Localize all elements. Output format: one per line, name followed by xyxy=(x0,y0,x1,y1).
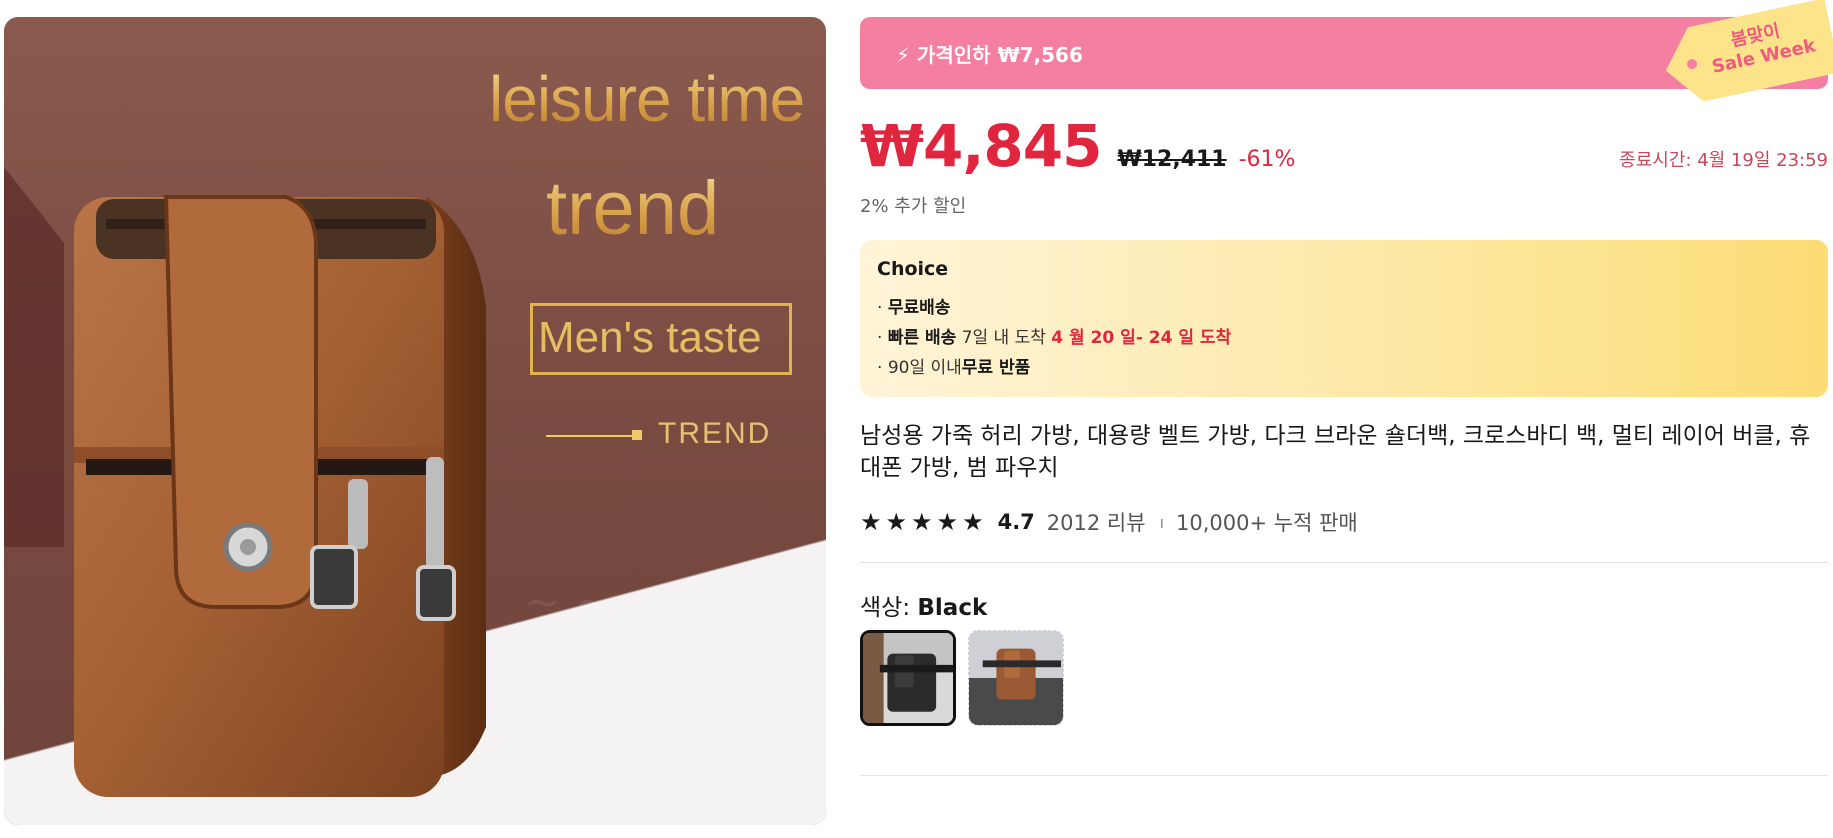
original-price: ₩12,411 xyxy=(1117,147,1227,172)
image-headline-leisure: leisure time xyxy=(489,63,805,135)
star-half-icon: ★ xyxy=(962,508,984,536)
color-swatch-brown[interactable] xyxy=(968,630,1064,726)
color-selector-label: 색상: Black xyxy=(860,588,987,622)
discount-percent: -61% xyxy=(1238,147,1296,172)
sale-week-tag: 봄맞이 Sale Week xyxy=(1658,0,1833,108)
image-decor-stripe xyxy=(4,167,64,547)
star-icon: ★ xyxy=(936,508,959,536)
image-taste-text: Men's taste xyxy=(538,313,762,362)
bullet: · xyxy=(877,298,888,318)
benefit-free-returns: · 90일 이내무료 반품 xyxy=(877,353,1030,378)
star-icon: ★ xyxy=(885,508,908,536)
selected-color: Black xyxy=(917,595,988,621)
divider xyxy=(860,775,1828,776)
current-price: ₩4,845 xyxy=(860,112,1102,180)
review-count-link[interactable]: 2012 리뷰 xyxy=(1047,507,1146,537)
divider xyxy=(860,562,1828,563)
star-rating: ★ ★ ★ ★ ★ xyxy=(860,510,984,534)
free-returns-label: 무료 반품 xyxy=(961,358,1031,378)
free-shipping-label: 무료배송 xyxy=(887,298,951,318)
image-trend-dot xyxy=(632,430,642,440)
image-trend-label: TREND xyxy=(658,417,772,450)
sale-end-time: 종료시간: 4월 19일 23:59 xyxy=(1619,150,1828,171)
star-icon: ★ xyxy=(911,508,933,536)
rating-row: ★ ★ ★ ★ ★ 4.7 2012 리뷰 ı 10,000+ 누적 판매 xyxy=(860,506,1358,538)
bullet: · xyxy=(877,328,888,348)
separator: ı xyxy=(1159,512,1164,532)
price-row: ₩4,845 ₩12,411 -61% xyxy=(860,112,1296,180)
leather-bag-illustration xyxy=(74,195,486,797)
color-label-prefix: 색상: xyxy=(860,595,918,621)
delivery-date-range: 4 월 20 일- 24 일 도착 xyxy=(1051,328,1232,348)
benefit-free-shipping: · 무료배송 xyxy=(877,293,950,318)
delivery-window-text: 7일 내 도착 xyxy=(956,328,1052,348)
choice-title: Choice xyxy=(877,258,949,280)
sold-count: 10,000+ 누적 판매 xyxy=(1176,511,1358,535)
rating-value: 4.7 xyxy=(997,510,1035,534)
tag-hole-decor xyxy=(1686,58,1698,70)
fast-delivery-label: 빠른 배송 xyxy=(887,328,957,348)
brown-bag-thumbnail xyxy=(969,631,1063,725)
black-bag-thumbnail xyxy=(863,633,953,723)
product-title: 남성용 가죽 허리 가방, 대용량 벨트 가방, 다크 브라운 숄더백, 크로스… xyxy=(860,423,1811,481)
benefit-fast-delivery: · 빠른 배송 7일 내 도착 4 월 20 일- 24 일 도착 xyxy=(877,323,1231,348)
color-swatch-black[interactable] xyxy=(860,630,956,726)
image-headline-trend: trend xyxy=(546,166,720,251)
choice-benefits-box[interactable]: Choice · 무료배송 · 빠른 배송 7일 내 도착 4 월 20 일- … xyxy=(860,240,1828,397)
image-trend-line xyxy=(546,435,636,437)
extra-discount: 2% 추가 할인 xyxy=(860,196,967,217)
star-icon: ★ xyxy=(860,508,882,536)
price-drop-banner: ⚡ 가격인하 ₩7,566 봄맞이 Sale Week xyxy=(860,17,1828,89)
price-drop-text: ⚡ 가격인하 ₩7,566 xyxy=(896,43,1083,67)
product-main-image[interactable]: ~ ~ ~ ~ ~ leisure time trend Men's taste… xyxy=(4,17,826,825)
return-period-text: 90일 이내 xyxy=(887,358,962,378)
bullet: · xyxy=(877,358,888,378)
